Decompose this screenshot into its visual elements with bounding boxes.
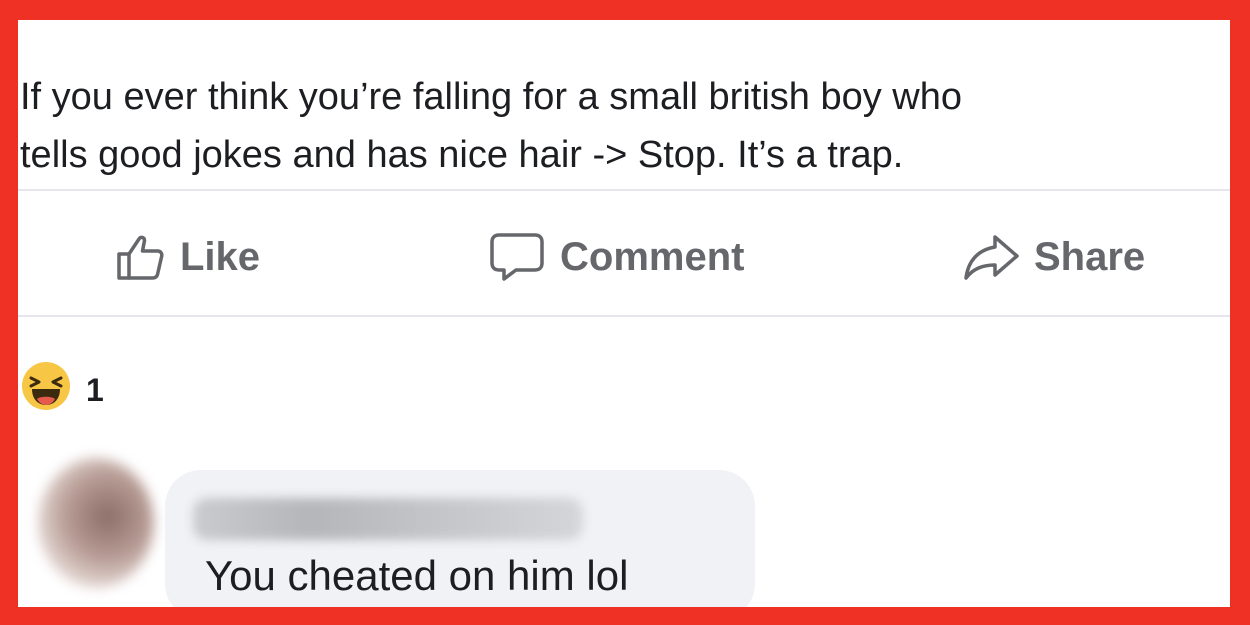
divider [18,189,1230,191]
comment-text: You cheated on him lol [205,552,629,599]
speech-bubble-icon [488,231,546,283]
like-button[interactable]: Like [114,224,260,290]
divider [18,315,1230,317]
commenter-name-blurred[interactable] [193,498,583,540]
thumbs-up-icon [114,231,166,283]
reaction-count: 1 [86,371,104,408]
like-label: Like [180,234,261,279]
laughing-emoji-icon [20,360,72,420]
comment-button[interactable]: Comment [488,224,744,290]
comment-bubble: You cheated on him lol [165,470,755,607]
facebook-post-card: If you ever think you’re falling for a s… [18,20,1230,607]
share-button[interactable]: Share [962,224,1145,290]
post-text: If you ever think you’re falling for a s… [20,76,962,176]
reaction-summary[interactable]: 1 [20,360,104,420]
comment-label: Comment [560,234,745,279]
share-arrow-icon [962,231,1020,283]
commenter-avatar[interactable] [38,458,154,588]
share-label: Share [1034,234,1146,279]
